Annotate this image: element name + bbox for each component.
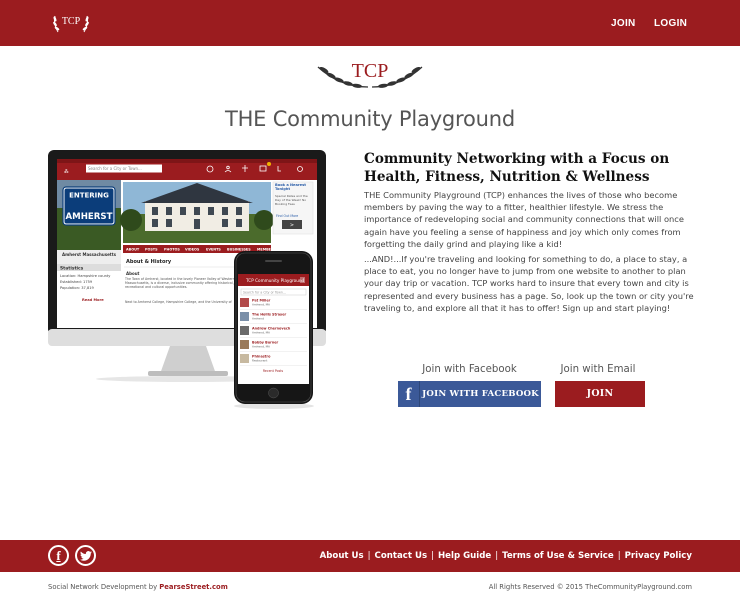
- svg-text:⁂: ⁂: [64, 169, 69, 174]
- intro-content: Community Networking with a Focus on Hea…: [364, 150, 694, 317]
- brand-name: THE Community Playground: [224, 107, 516, 131]
- join-email-section: Join with Email JOIN: [555, 364, 645, 407]
- tcp-header-logo[interactable]: TCP: [50, 12, 92, 34]
- device-mockup-image: ⁂ Search for a City or Town... ENTERING …: [48, 150, 326, 409]
- tab-photos: PHOTOS: [164, 248, 180, 252]
- phone-post-sub: Restaurant: [252, 359, 268, 363]
- stats-title: Statistics: [60, 266, 84, 272]
- footer-separator: |: [367, 551, 371, 561]
- phone-title: TCP Community Playground: [245, 278, 305, 283]
- intro-paragraph: THE Community Playground (TCP) enhances …: [364, 190, 684, 249]
- footer-separator: |: [617, 551, 621, 561]
- footer-link-about-us[interactable]: About Us: [320, 551, 364, 561]
- intro-heading: Community Networking with a Focus on Hea…: [364, 151, 670, 185]
- join-facebook-title: Join with Facebook: [422, 364, 517, 375]
- phone-search-placeholder: Search for a City or Town...: [243, 291, 286, 295]
- section-title: About & History: [126, 259, 172, 265]
- join-email-button[interactable]: JOIN: [555, 381, 645, 407]
- join-facebook-section: Join with Facebook f JOIN WITH FACEBOOK: [398, 364, 541, 407]
- about-heading: About: [126, 271, 140, 276]
- developer-credit: Social Network Development by PearseStre…: [48, 583, 228, 591]
- join-with-facebook-button[interactable]: f JOIN WITH FACEBOOK: [398, 381, 541, 407]
- phone-post-sub: Amherst, MA: [252, 331, 270, 335]
- top-nav-bar: TCP JOIN LOGIN: [0, 0, 740, 46]
- facebook-icon: f: [398, 381, 420, 407]
- join-email-title: Join with Email: [560, 364, 636, 375]
- phone-post-sub: Amherst: [252, 317, 265, 321]
- tab-events: EVENTS: [206, 248, 221, 252]
- desktop-read-more: Read More: [82, 298, 104, 302]
- stat-population: Population: 37,819: [60, 286, 95, 290]
- phone-post-sub: Amherst, MA: [252, 345, 270, 349]
- footer-link-terms[interactable]: Terms of Use & Service: [502, 551, 614, 561]
- phone-mockup: TCP Community Playground Search for a Ci…: [234, 251, 314, 409]
- ad-more-link: Find Out More: [276, 214, 298, 218]
- footer-separator: |: [495, 551, 499, 561]
- nav-join-link[interactable]: JOIN: [611, 18, 651, 29]
- about-text: The Town of Amherst, located in the love…: [125, 277, 235, 290]
- twitter-icon[interactable]: [75, 545, 96, 566]
- footer-link-contact-us[interactable]: Contact Us: [375, 551, 428, 561]
- stat-established: Established: 1759: [60, 280, 93, 284]
- footer-link-privacy-policy[interactable]: Privacy Policy: [625, 551, 692, 561]
- ad-title: Book a Nearest Tonight: [275, 183, 306, 192]
- phone-post-sub: Amherst, MA: [252, 303, 270, 307]
- credit-prefix: Social Network Development by: [48, 583, 158, 591]
- credit-link[interactable]: PearseStreet.com: [159, 583, 228, 591]
- tab-businesses: BUSINESSES: [227, 248, 251, 252]
- town-caption: Amherst Massachusetts: [62, 252, 117, 257]
- intro-paragraph: ...AND!...If you're traveling and lookin…: [364, 254, 694, 313]
- footer-separator: |: [431, 551, 434, 561]
- header-logo-text: TCP: [62, 16, 81, 27]
- brand-mark-text: TCP: [352, 60, 389, 82]
- stat-location: Location: Hampshire county: [60, 274, 111, 278]
- tab-posts: POSTS: [145, 248, 158, 252]
- town-sign-name: AMHERST: [66, 212, 113, 222]
- facebook-icon[interactable]: f: [48, 545, 69, 566]
- desktop-search-placeholder: Search for a City or Town...: [88, 166, 142, 171]
- tab-videos: VIDEOS: [185, 248, 200, 252]
- join-with-facebook-label: JOIN WITH FACEBOOK: [422, 389, 539, 399]
- nav-login-link[interactable]: LOGIN: [654, 18, 714, 29]
- phone-more-link: Recent Posts: [263, 369, 284, 373]
- footer-bar: f About Us | Contact Us | Help Guide | T…: [0, 540, 740, 572]
- footer-link-help-guide[interactable]: Help Guide: [438, 551, 491, 561]
- about-text-2: Next to Amherst College, Hampshire Colle…: [125, 300, 232, 304]
- ad-text: Special Rates and the Day of the Week! N…: [275, 195, 308, 206]
- tab-about: ABOUT: [126, 248, 140, 252]
- copyright-text: All Rights Reserved © 2015 TheCommunityP…: [488, 583, 692, 591]
- tab-members: MEMBERS: [257, 248, 277, 252]
- footer-links: About Us | Contact Us | Help Guide | Ter…: [320, 540, 692, 572]
- ad-next-button: >: [290, 223, 294, 229]
- town-sign-top: ENTERING: [69, 192, 109, 200]
- tcp-brand-logo: TCP: [317, 60, 423, 88]
